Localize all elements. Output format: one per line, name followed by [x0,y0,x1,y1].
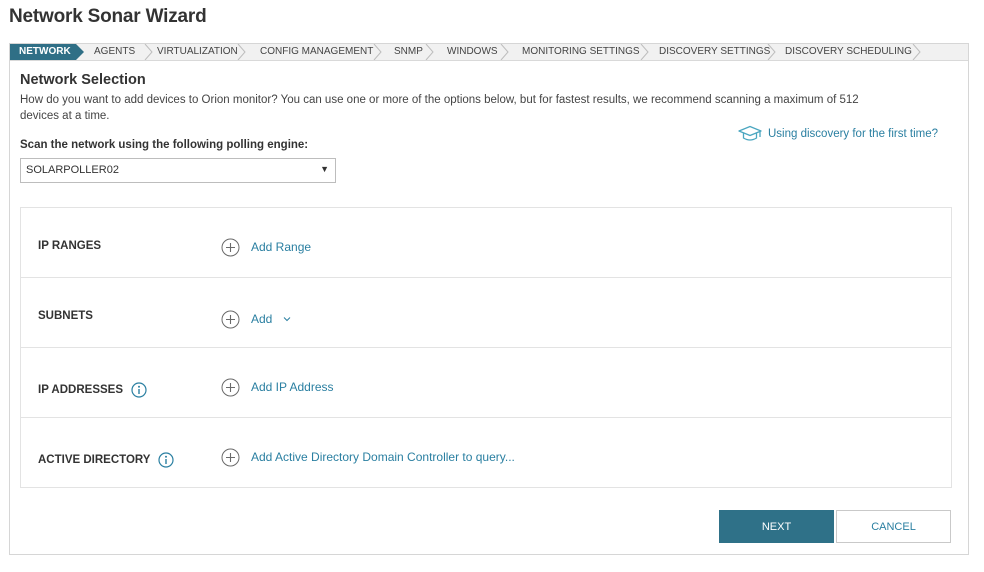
next-button[interactable]: NEXT [719,510,834,543]
discovery-sections: IP RANGES Add Range SUBNETS Add IP ADDRE… [20,207,952,488]
add-ip-address-button[interactable]: Add IP Address [221,377,334,397]
step-separator-icon [640,44,649,60]
add-subnet-dropdown[interactable]: Add [221,309,291,329]
polling-engine-value: SOLARPOLLER02 [26,164,119,176]
section-label: ACTIVE DIRECTORY [38,452,175,468]
dropdown-arrow-icon: ▼ [320,164,329,174]
section-row-active-directory: ACTIVE DIRECTORY Add Active Directory Do… [21,418,951,488]
step-config-management[interactable]: CONFIG MANAGEMENT [260,44,373,60]
step-separator-icon [425,44,434,60]
chevron-down-icon [284,317,291,322]
polling-engine-label: Scan the network using the following pol… [20,139,309,151]
cancel-button[interactable]: CANCEL [836,510,951,543]
step-separator-icon [373,44,382,60]
plus-circle-icon [221,238,240,256]
step-virtualization[interactable]: VIRTUALIZATION [157,44,238,60]
info-icon[interactable] [131,382,147,398]
graduation-cap-icon [738,125,762,141]
section-label: SUBNETS [38,310,93,322]
section-heading: Network Selection [20,72,146,88]
add-domain-controller-button[interactable]: Add Active Directory Domain Controller t… [221,447,515,467]
section-row-ip-addresses: IP ADDRESSES Add IP Address [21,348,951,418]
help-link-text: Using discovery for the first time? [768,128,939,140]
section-row-subnets: SUBNETS Add [21,278,951,348]
step-windows[interactable]: WINDOWS [447,44,498,60]
help-link[interactable]: Using discovery for the first time? [737,124,938,144]
section-label: IP ADDRESSES [38,382,147,398]
intro-text: How do you want to add devices to Orion … [20,94,859,122]
add-range-button[interactable]: Add Range [221,237,311,257]
step-discovery-settings[interactable]: DISCOVERY SETTINGS [659,44,770,60]
step-agents[interactable]: AGENTS [94,44,135,60]
step-snmp[interactable]: SNMP [394,44,423,60]
section-label: IP RANGES [38,240,102,252]
step-separator-icon [144,44,153,60]
step-separator-icon [237,44,246,60]
step-discovery-scheduling[interactable]: DISCOVERY SCHEDULING [785,44,912,60]
plus-circle-icon [221,378,240,396]
step-monitoring-settings[interactable]: MONITORING SETTINGS [522,44,640,60]
page-title: Network Sonar Wizard [9,6,207,27]
wizard-frame: NETWORK AGENTS VIRTUALIZATION CONFIG MAN… [9,43,969,555]
wizard-steps: NETWORK AGENTS VIRTUALIZATION CONFIG MAN… [10,44,968,61]
section-row-ip-ranges: IP RANGES Add Range [21,208,951,278]
plus-circle-icon [221,310,240,328]
step-separator-icon [500,44,509,60]
polling-engine-select[interactable]: SOLARPOLLER02 ▼ [20,158,336,183]
info-icon[interactable] [158,452,175,468]
step-network[interactable]: NETWORK [10,44,84,60]
plus-circle-icon [221,448,240,466]
step-separator-icon [912,44,921,60]
